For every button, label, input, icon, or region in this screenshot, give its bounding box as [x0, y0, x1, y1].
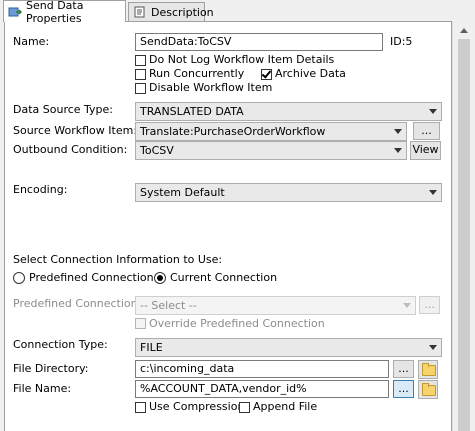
- predefined-connection-radio-label: Predefined Connection: [29, 271, 154, 284]
- encoding-select[interactable]: System Default: [135, 183, 442, 202]
- data-source-type-label: Data Source Type:: [13, 103, 114, 116]
- do-not-log-checkbox[interactable]: [135, 55, 146, 66]
- predefined-connection-radio[interactable]: [13, 272, 25, 284]
- disable-workflow-item-checkbox[interactable]: [135, 83, 146, 94]
- append-file-label: Append File: [253, 400, 318, 413]
- source-workflow-browse-button[interactable]: ...: [413, 122, 440, 140]
- chevron-down-icon: [429, 109, 437, 114]
- disable-workflow-item-label: Disable Workflow Item: [149, 81, 273, 94]
- description-icon: [133, 6, 147, 18]
- data-source-type-value: TRANSLATED DATA: [140, 105, 244, 118]
- id-label: ID:5: [390, 35, 413, 48]
- archive-data-label: Archive Data: [275, 67, 346, 80]
- file-directory-field[interactable]: c:\incoming_data: [135, 360, 389, 378]
- file-name-browse-button[interactable]: ...: [393, 380, 414, 398]
- predefined-connection-label: Predefined Connection:: [13, 297, 142, 310]
- chevron-down-icon: [394, 148, 402, 153]
- scroll-up-icon[interactable]: [460, 28, 468, 33]
- outbound-condition-select[interactable]: ToCSV: [135, 141, 407, 160]
- file-name-label: File Name:: [13, 382, 72, 395]
- tab-send-data-properties[interactable]: Send Data Properties: [3, 0, 126, 25]
- file-name-field[interactable]: %ACCOUNT_DATA,vendor_id%: [135, 380, 389, 398]
- name-field[interactable]: SendData:ToCSV: [135, 33, 383, 51]
- archive-data-checkbox[interactable]: [261, 68, 272, 80]
- predefined-connection-browse-button[interactable]: ...: [419, 296, 440, 314]
- current-connection-radio-label: Current Connection: [170, 271, 278, 284]
- file-directory-label: File Directory:: [13, 362, 89, 375]
- encoding-value: System Default: [140, 186, 225, 199]
- data-source-type-select[interactable]: TRANSLATED DATA: [135, 102, 442, 121]
- override-predefined-label: Override Predefined Connection: [149, 317, 325, 330]
- outbound-condition-label: Outbound Condition:: [13, 143, 128, 156]
- override-predefined-checkbox[interactable]: [135, 318, 146, 329]
- folder-icon[interactable]: [418, 360, 438, 379]
- current-connection-radio[interactable]: [154, 272, 166, 284]
- do-not-log-label: Do Not Log Workflow Item Details: [149, 53, 335, 66]
- append-file-checkbox[interactable]: [239, 402, 250, 413]
- radio-selected-dot: [157, 275, 163, 281]
- chevron-down-icon: [429, 190, 437, 195]
- use-compression-checkbox[interactable]: [135, 402, 146, 413]
- send-data-icon: [8, 6, 23, 18]
- file-directory-browse-button[interactable]: ...: [393, 360, 414, 378]
- source-workflow-item-value: Translate:PurchaseOrderWorkflow: [140, 125, 326, 138]
- use-compression-label: Use Compression: [149, 400, 245, 413]
- source-workflow-item-select[interactable]: Translate:PurchaseOrderWorkflow: [135, 122, 407, 141]
- run-concurrently-checkbox[interactable]: [135, 69, 146, 80]
- encoding-label: Encoding:: [13, 183, 68, 196]
- chevron-down-icon: [403, 303, 411, 308]
- folder-icon[interactable]: [418, 380, 438, 399]
- tab-label: Description: [151, 5, 214, 19]
- connection-type-select[interactable]: FILE: [135, 338, 442, 357]
- connection-type-label: Connection Type:: [13, 338, 108, 351]
- outbound-condition-value: ToCSV: [140, 144, 174, 157]
- name-label: Name:: [13, 35, 50, 48]
- chevron-down-icon: [429, 345, 437, 350]
- source-workflow-item-label: Source Workflow Item:: [13, 124, 138, 137]
- tab-strip: Send Data Properties Description: [0, 0, 475, 25]
- connection-info-heading: Select Connection Information to Use:: [13, 253, 223, 266]
- tab-label: Send Data Properties: [26, 0, 84, 25]
- view-button[interactable]: View: [410, 141, 441, 160]
- vertical-scrollbar[interactable]: [452, 21, 475, 431]
- checkmark-icon: [261, 68, 272, 79]
- predefined-connection-select[interactable]: -- Select --: [135, 296, 416, 315]
- scroll-thumb[interactable]: [458, 39, 470, 431]
- connection-type-value: FILE: [140, 341, 163, 354]
- predefined-connection-value: -- Select --: [140, 299, 197, 312]
- run-concurrently-label: Run Concurrently: [149, 67, 245, 80]
- tab-description[interactable]: Description: [128, 2, 214, 21]
- chevron-down-icon: [394, 129, 402, 134]
